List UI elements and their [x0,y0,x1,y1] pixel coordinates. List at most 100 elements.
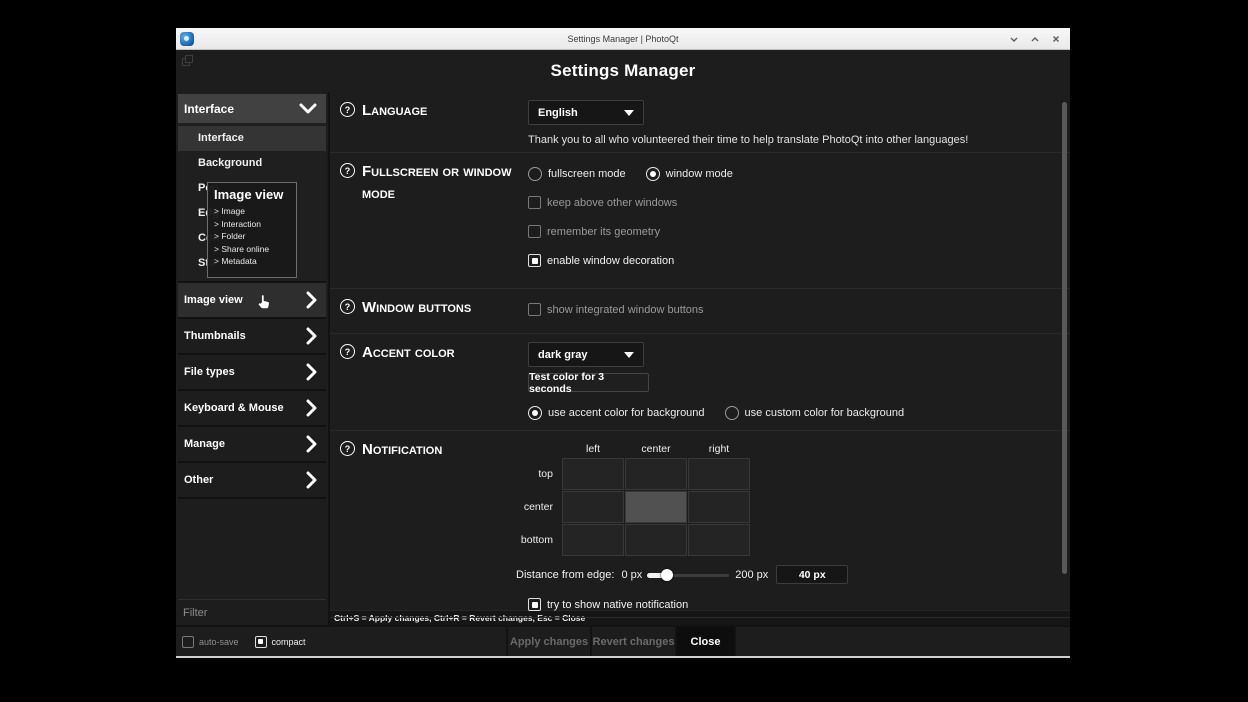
help-icon[interactable]: ? [340,163,355,178]
position-cell-bottom-center[interactable] [625,524,687,556]
native-notification-checkbox[interactable] [528,598,541,611]
grid-row-bottom-label: bottom [491,534,561,546]
caret-down-icon [624,110,634,116]
keep-above-label: keep above other windows [547,197,677,209]
custom-background-radio[interactable] [725,406,739,420]
distance-slider[interactable] [647,569,729,581]
revert-changes-button[interactable]: Revert changes [592,627,677,656]
notification-position-grid: left center right top center [491,441,1070,556]
integrated-window-buttons-label: show integrated window buttons [547,304,704,316]
window-decoration-checkbox[interactable] [528,254,541,267]
chevron-right-icon [305,291,317,309]
sidebar-category-keyboard-mouse[interactable]: Keyboard & Mouse [178,391,326,427]
grid-col-left-label: left [562,441,624,457]
distance-max: 200 px [735,569,768,581]
sidebar-group-interface[interactable]: Interface [178,94,326,123]
sidebar-category-thumbnails[interactable]: Thumbnails [178,319,326,355]
desktop-background: Settings Manager | PhotoQt Settings Mana… [0,0,1248,702]
filter-input[interactable] [178,600,326,625]
photoqt-app-icon [180,32,194,46]
sidebar-category-other[interactable]: Other [178,463,326,499]
close-window-button[interactable] [1050,33,1062,45]
accent-background-radio[interactable] [528,406,542,420]
position-cell-bottom-right[interactable] [688,524,750,556]
window-mode-radio[interactable] [646,167,660,181]
minimize-button[interactable] [1008,33,1020,45]
section-mode: ? Fullscreen or window mode fullscreen m… [330,153,1070,289]
distance-value-spinbox[interactable]: 40 px [776,565,848,584]
position-cell-center-right[interactable] [688,491,750,523]
sidebar-empty-area [178,499,326,600]
distance-min: 0 px [621,569,642,581]
position-cell-top-center[interactable] [625,458,687,490]
close-button[interactable]: Close [677,627,736,656]
popout-icon[interactable] [182,55,193,66]
tooltip-item: > Metadata [214,255,296,268]
sidebar-category-manage[interactable]: Manage [178,427,326,463]
position-cell-top-left[interactable] [562,458,624,490]
maximize-button[interactable] [1029,33,1041,45]
position-cell-center-center[interactable] [625,491,687,523]
window-title: Settings Manager | PhotoQt [176,34,1070,44]
section-title-mode: Fullscreen or window mode [362,161,514,288]
apply-changes-button[interactable]: Apply changes [508,627,592,656]
compact-checkbox[interactable] [255,636,267,648]
compact-label: compact [272,637,306,647]
hand-cursor-icon [256,294,271,315]
grid-row-center-label: center [491,501,561,513]
help-icon[interactable]: ? [340,441,355,456]
section-title-window-buttons: Window buttons [362,297,471,333]
fullscreen-mode-label: fullscreen mode [548,168,626,180]
integrated-window-buttons-checkbox[interactable] [528,303,541,316]
language-dropdown-value: English [538,107,578,119]
test-color-button[interactable]: Test color for 3 seconds [528,373,649,392]
section-notification: ? Notification left center right top [330,431,1070,618]
auto-save-checkbox[interactable] [182,636,194,648]
help-icon[interactable]: ? [340,102,355,117]
position-cell-bottom-left[interactable] [562,524,624,556]
page-title: Settings Manager [551,61,696,81]
section-accent-color: ? Accent color dark gray Test color for … [330,334,1070,431]
app-header: Settings Manager [176,50,1070,92]
accent-color-dropdown[interactable]: dark gray [528,342,644,367]
chevron-right-icon [305,471,317,489]
accent-color-dropdown-value: dark gray [538,349,588,361]
language-dropdown[interactable]: English [528,100,644,125]
help-icon[interactable]: ? [340,299,355,314]
grid-col-center-label: center [625,441,687,457]
fullscreen-mode-radio[interactable] [528,167,542,181]
sidebar-category-image-view[interactable]: Image view [178,283,326,319]
slider-handle[interactable] [661,569,673,581]
sidebar-item-background[interactable]: Background [178,151,326,176]
custom-background-label: use custom color for background [745,407,905,419]
titlebar[interactable]: Settings Manager | PhotoQt [176,28,1070,50]
grid-row-top-label: top [491,468,561,480]
remember-geometry-checkbox[interactable] [528,225,541,238]
chevron-right-icon [305,363,317,381]
sidebar-category-file-types[interactable]: File types [178,355,326,391]
section-title-accent-color: Accent color [362,342,455,430]
section-window-buttons: ? Window buttons show integrated window … [330,289,1070,334]
language-note: Thank you to all who volunteered their t… [528,134,1070,146]
keep-above-checkbox[interactable] [528,196,541,209]
section-title-language: Language [362,100,427,152]
position-cell-top-right[interactable] [688,458,750,490]
tooltip-item: > Folder [214,230,296,243]
section-title-notification: Notification [362,439,442,617]
settings-manager-window: Settings Manager | PhotoQt Settings Mana… [176,28,1070,658]
window-decoration-label: enable window decoration [547,255,674,267]
auto-save-label: auto-save [199,637,239,647]
distance-label: Distance from edge: [516,569,614,581]
chevron-right-icon [305,327,317,345]
chevron-down-icon [299,103,317,115]
grid-col-right-label: right [688,441,750,457]
window-mode-label: window mode [666,168,733,180]
caret-down-icon [624,352,634,358]
image-view-tooltip: Image view > Image > Interaction > Folde… [207,182,297,278]
footer-bar: auto-save compact Apply changes Revert c… [176,625,1070,656]
sidebar-item-interface[interactable]: Interface [178,126,326,151]
native-notification-label: try to show native notification [547,599,688,611]
content-scrollbar[interactable] [1062,102,1067,574]
position-cell-center-left[interactable] [562,491,624,523]
help-icon[interactable]: ? [340,344,355,359]
